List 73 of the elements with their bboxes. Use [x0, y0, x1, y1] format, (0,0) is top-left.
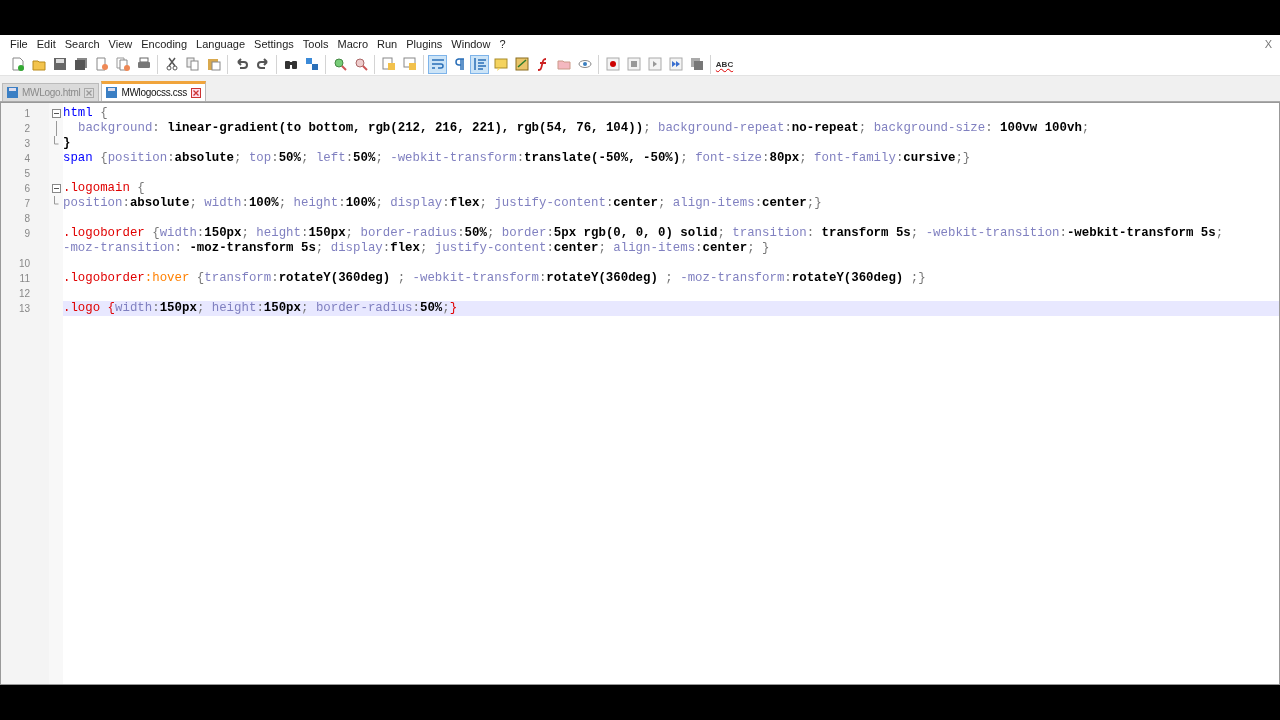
- line-number: 4: [23, 152, 31, 166]
- close-icon[interactable]: [190, 87, 201, 98]
- menu-item[interactable]: Language: [192, 38, 250, 50]
- eye-icon: [577, 57, 592, 71]
- code-line: html {: [63, 106, 108, 121]
- code-line: span {position:absolute; top:50%; left:50%; -webkit-transform:translate(-50%, -50%); font-size:80px; font-family:cursive;}: [63, 151, 971, 166]
- code-line: .logoborder:hover {transform:rotateY(360deg) ; -webkit-transform:rotateY(360deg) ; -moz-transform:rotateY(360deg) ;}: [63, 271, 926, 286]
- line-number: 13: [17, 302, 31, 316]
- fold-line: [55, 121, 57, 136]
- line-number: 6: [23, 182, 31, 196]
- sync-horizontal-icon: [402, 57, 417, 71]
- sync-vertical-icon: [381, 57, 396, 71]
- line-number: 3: [23, 137, 31, 151]
- macro-save-icon: [689, 57, 704, 71]
- scissors-icon: [164, 57, 179, 71]
- indent-guide-icon: [472, 57, 487, 71]
- note-icon: [493, 57, 508, 71]
- fold-toggle-icon[interactable]: [51, 184, 61, 193]
- undo-arrow-icon: [234, 57, 249, 71]
- menu-item[interactable]: Window: [447, 38, 495, 50]
- menu-item[interactable]: Edit: [32, 38, 60, 50]
- folder-icon: [556, 57, 571, 71]
- code-line: .logomain {: [63, 181, 145, 196]
- code-line: background: linear-gradient(to bottom, rgb(212, 216, 221), rgb(54, 76, 104)); background-repeat:no-repeat; background-size: 100vw 100vh;: [78, 121, 1090, 136]
- code-line: -moz-transition: -moz-transform 5s; display:flex; justify-content:center; align-items:center; }: [63, 241, 770, 256]
- menu-item[interactable]: ?: [495, 38, 510, 50]
- floppy-stack-icon: [73, 57, 88, 71]
- zoom-in-icon: [332, 57, 347, 71]
- line-number: 8: [23, 212, 31, 226]
- printer-icon: [136, 57, 151, 71]
- fold-toggle-icon[interactable]: [51, 109, 61, 118]
- floppy-icon: [7, 87, 18, 98]
- line-number: 2: [23, 122, 31, 136]
- stop-icon: [626, 57, 641, 71]
- zoom-out-icon: [353, 57, 368, 71]
- file-tab[interactable]: MWlogocss.css: [101, 81, 206, 101]
- menu-item[interactable]: Settings: [250, 38, 298, 50]
- line-number: 5: [23, 167, 31, 181]
- line-number: 9: [23, 227, 31, 241]
- record-icon: [605, 57, 620, 71]
- new-file-icon: [10, 57, 25, 71]
- fast-forward-icon: [668, 57, 683, 71]
- menu-item[interactable]: File: [6, 38, 32, 50]
- menu-item[interactable]: Encoding: [137, 38, 192, 50]
- floppy-icon: [52, 57, 67, 71]
- word-wrap-icon: [430, 57, 445, 71]
- files-close-icon: [115, 57, 130, 71]
- redo-arrow-icon: [255, 57, 270, 71]
- toolbar-button[interactable]: [603, 54, 622, 74]
- document-map-icon: [514, 57, 529, 71]
- spell-check-button[interactable]: ABC: [715, 54, 734, 74]
- code-line: .logo {width:150px; height:150px; border-radius:50%;}: [63, 301, 458, 316]
- line-number: 10: [17, 257, 31, 271]
- folder-icon: [31, 57, 46, 71]
- close-button[interactable]: X: [1262, 38, 1274, 50]
- line-number: 12: [17, 287, 31, 301]
- menu-item[interactable]: Run: [373, 38, 402, 50]
- menu-item[interactable]: Macro: [333, 38, 373, 50]
- menu-item[interactable]: Plugins: [402, 38, 447, 50]
- menu-item[interactable]: Tools: [298, 38, 333, 50]
- clipboard-icon: [206, 57, 221, 71]
- code-line: position:absolute; width:100%; height:100%; display:flex; justify-content:center; align-items:center;}: [63, 196, 822, 211]
- file-close-icon: [94, 57, 109, 71]
- menu-item[interactable]: Search: [60, 38, 104, 50]
- floppy-icon: [106, 87, 118, 98]
- code-line: .logoborder {width:150px; height:150px; border-radius:50%; border:5px rgb(0, 0, 0) solid; transition: transform 5s; -webkit-transition:-webkit-transform 5s;: [63, 226, 1224, 241]
- line-number: 7: [23, 197, 31, 211]
- menu-item[interactable]: View: [104, 38, 137, 50]
- line-number: 1: [23, 107, 31, 121]
- copy-icon: [185, 57, 200, 71]
- play-icon: [647, 57, 662, 71]
- code-line: }: [63, 136, 71, 151]
- line-number: 11: [18, 272, 31, 286]
